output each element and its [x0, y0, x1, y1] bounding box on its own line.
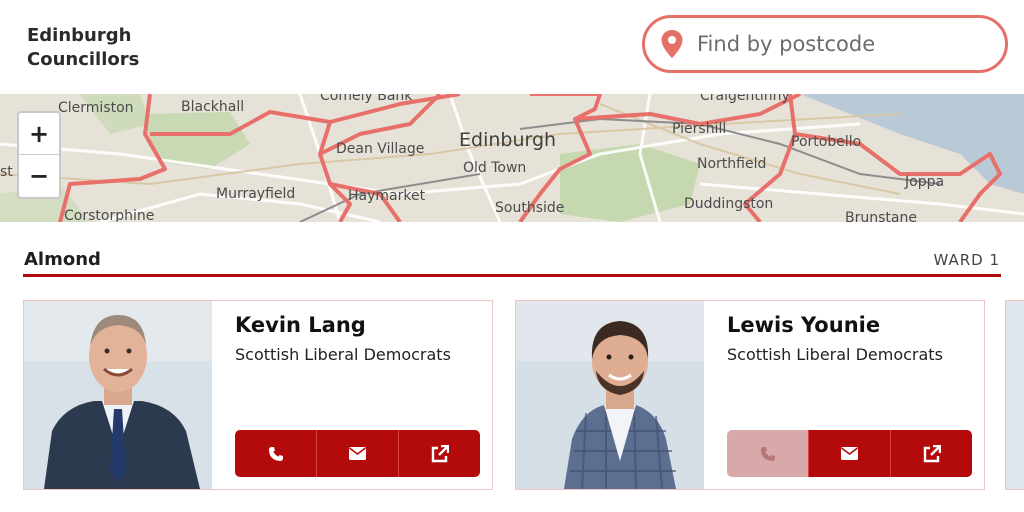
external-link-icon	[923, 444, 941, 462]
map-label-murrayfield: Murrayfield	[216, 186, 296, 202]
map-zoom-control: + −	[17, 111, 61, 199]
map-label-dean-village: Dean Village	[336, 141, 425, 157]
map-label-blackhall: Blackhall	[181, 99, 245, 115]
ward-map[interactable]: Clermiston Blackhall Comely Bank Craigen…	[0, 94, 1024, 222]
councillor-photo	[516, 301, 704, 489]
ward-name: Almond	[24, 249, 101, 270]
site-title-line-2: Councillors	[27, 49, 140, 70]
postcode-search[interactable]	[642, 15, 1008, 73]
map-label-old-town: Old Town	[463, 160, 527, 176]
zoom-in-button[interactable]: +	[19, 113, 59, 155]
phone-button-disabled	[727, 430, 808, 477]
map-label-haymarket: Haymarket	[348, 188, 426, 204]
map-label-edge: st	[0, 164, 13, 180]
councillor-photo	[24, 301, 212, 489]
website-button[interactable]	[890, 430, 972, 477]
email-button[interactable]	[316, 430, 398, 477]
email-icon	[841, 447, 858, 460]
email-button[interactable]	[808, 430, 890, 477]
map-label-northfield: Northfield	[697, 156, 767, 172]
ward-header: Almond WARD 1	[23, 247, 1001, 277]
councillor-card-partial	[1005, 300, 1024, 490]
phone-icon	[760, 446, 775, 461]
phone-button[interactable]	[235, 430, 316, 477]
councillor-name[interactable]: Kevin Lang	[235, 313, 366, 337]
map-label-clermiston: Clermiston	[58, 100, 134, 116]
map-label-piershill: Piershill	[672, 121, 727, 137]
site-title[interactable]: Edinburgh Councillors	[27, 24, 197, 72]
external-link-icon	[431, 444, 449, 462]
councillor-name[interactable]: Lewis Younie	[727, 313, 880, 337]
ward-number: WARD 1	[933, 251, 1000, 269]
email-icon	[349, 447, 366, 460]
phone-icon	[268, 446, 283, 461]
location-pin-icon	[659, 29, 685, 59]
contact-actions	[727, 430, 972, 477]
councillor-card: Lewis Younie Scottish Liberal Democrats	[515, 300, 985, 490]
map-label-corstorphine: Corstorphine	[64, 208, 155, 222]
councillor-card: Kevin Lang Scottish Liberal Democrats	[23, 300, 493, 490]
map-label-portobello: Portobello	[791, 134, 862, 150]
map-label-craigentinny: Craigentinny	[700, 94, 790, 104]
postcode-input[interactable]	[695, 31, 989, 57]
map-label-joppa: Joppa	[905, 174, 945, 190]
councillor-party: Scottish Liberal Democrats	[727, 345, 943, 364]
map-label-duddingston: Duddingston	[684, 196, 774, 212]
map-label-comely-bank: Comely Bank	[320, 94, 413, 104]
map-label-southside: Southside	[495, 200, 565, 216]
map-label-edinburgh: Edinburgh	[459, 129, 557, 151]
site-title-line-1: Edinburgh	[27, 25, 132, 46]
contact-actions	[235, 430, 480, 477]
website-button[interactable]	[398, 430, 480, 477]
zoom-out-button[interactable]: −	[19, 155, 59, 197]
map-label-brunstane: Brunstane	[845, 210, 917, 222]
councillor-party: Scottish Liberal Democrats	[235, 345, 451, 364]
